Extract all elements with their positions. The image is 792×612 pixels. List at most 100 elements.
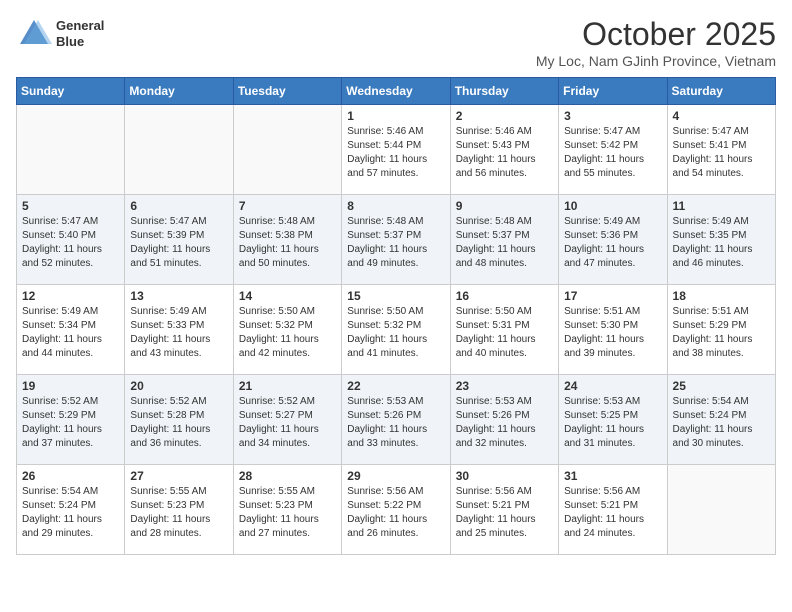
calendar-cell [667, 465, 775, 555]
weekday-header: Tuesday [233, 78, 341, 105]
day-number: 25 [673, 379, 770, 393]
day-detail: Sunrise: 5:52 AM Sunset: 5:27 PM Dayligh… [239, 395, 336, 451]
day-number: 12 [22, 289, 119, 303]
calendar-cell: 5 Sunrise: 5:47 AM Sunset: 5:40 PM Daylig… [17, 195, 125, 285]
calendar-cell: 12 Sunrise: 5:49 AM Sunset: 5:34 PM Dayli… [17, 285, 125, 375]
day-number: 13 [130, 289, 227, 303]
day-detail: Sunrise: 5:56 AM Sunset: 5:21 PM Dayligh… [456, 485, 553, 541]
day-number: 24 [564, 379, 661, 393]
day-detail: Sunrise: 5:49 AM Sunset: 5:36 PM Dayligh… [564, 215, 661, 271]
weekday-header: Thursday [450, 78, 558, 105]
calendar-cell: 16 Sunrise: 5:50 AM Sunset: 5:31 PM Dayli… [450, 285, 558, 375]
day-number: 3 [564, 109, 661, 123]
calendar-cell: 14 Sunrise: 5:50 AM Sunset: 5:32 PM Dayli… [233, 285, 341, 375]
day-number: 23 [456, 379, 553, 393]
day-detail: Sunrise: 5:50 AM Sunset: 5:32 PM Dayligh… [347, 305, 444, 361]
weekday-header: Sunday [17, 78, 125, 105]
weekday-header: Monday [125, 78, 233, 105]
day-detail: Sunrise: 5:53 AM Sunset: 5:25 PM Dayligh… [564, 395, 661, 451]
calendar-week-row: 5 Sunrise: 5:47 AM Sunset: 5:40 PM Daylig… [17, 195, 776, 285]
logo: General Blue [16, 16, 104, 52]
day-detail: Sunrise: 5:51 AM Sunset: 5:29 PM Dayligh… [673, 305, 770, 361]
day-number: 16 [456, 289, 553, 303]
day-detail: Sunrise: 5:51 AM Sunset: 5:30 PM Dayligh… [564, 305, 661, 361]
day-detail: Sunrise: 5:47 AM Sunset: 5:40 PM Dayligh… [22, 215, 119, 271]
calendar-week-row: 19Sunrise: 5:52 AM Sunset: 5:29 PM Dayli… [17, 375, 776, 465]
calendar-cell: 24 Sunrise: 5:53 AM Sunset: 5:25 PM Dayli… [559, 375, 667, 465]
day-number: 21 [239, 379, 336, 393]
day-detail: Sunrise: 5:54 AM Sunset: 5:24 PM Dayligh… [22, 485, 119, 541]
calendar-cell: 4Sunrise: 5:47 AM Sunset: 5:41 PM Daylig… [667, 105, 775, 195]
calendar-cell: 20 Sunrise: 5:52 AM Sunset: 5:28 PM Dayli… [125, 375, 233, 465]
day-number: 14 [239, 289, 336, 303]
day-number: 27 [130, 469, 227, 483]
day-detail: Sunrise: 5:54 AM Sunset: 5:24 PM Dayligh… [673, 395, 770, 451]
calendar-cell: 22Sunrise: 5:53 AM Sunset: 5:26 PM Dayli… [342, 375, 450, 465]
day-detail: Sunrise: 5:49 AM Sunset: 5:35 PM Dayligh… [673, 215, 770, 271]
day-detail: Sunrise: 5:55 AM Sunset: 5:23 PM Dayligh… [239, 485, 336, 541]
day-detail: Sunrise: 5:53 AM Sunset: 5:26 PM Dayligh… [347, 395, 444, 451]
day-detail: Sunrise: 5:49 AM Sunset: 5:33 PM Dayligh… [130, 305, 227, 361]
calendar-cell: 2Sunrise: 5:46 AM Sunset: 5:43 PM Daylig… [450, 105, 558, 195]
calendar-cell: 18Sunrise: 5:51 AM Sunset: 5:29 PM Dayli… [667, 285, 775, 375]
day-number: 4 [673, 109, 770, 123]
calendar-cell: 10 Sunrise: 5:49 AM Sunset: 5:36 PM Dayli… [559, 195, 667, 285]
calendar-cell: 21 Sunrise: 5:52 AM Sunset: 5:27 PM Dayli… [233, 375, 341, 465]
calendar-cell: 7 Sunrise: 5:48 AM Sunset: 5:38 PM Daylig… [233, 195, 341, 285]
calendar-cell: 6 Sunrise: 5:47 AM Sunset: 5:39 PM Daylig… [125, 195, 233, 285]
calendar-cell [233, 105, 341, 195]
logo-icon [16, 16, 52, 52]
calendar-week-row: 26Sunrise: 5:54 AM Sunset: 5:24 PM Dayli… [17, 465, 776, 555]
day-number: 1 [347, 109, 444, 123]
calendar-cell: 1Sunrise: 5:46 AM Sunset: 5:44 PM Daylig… [342, 105, 450, 195]
day-detail: Sunrise: 5:53 AM Sunset: 5:26 PM Dayligh… [456, 395, 553, 451]
day-number: 10 [564, 199, 661, 213]
location: My Loc, Nam GJinh Province, Vietnam [536, 53, 776, 69]
day-detail: Sunrise: 5:48 AM Sunset: 5:37 PM Dayligh… [347, 215, 444, 271]
calendar-week-row: 1Sunrise: 5:46 AM Sunset: 5:44 PM Daylig… [17, 105, 776, 195]
calendar-cell: 28 Sunrise: 5:55 AM Sunset: 5:23 PM Dayli… [233, 465, 341, 555]
day-number: 20 [130, 379, 227, 393]
day-detail: Sunrise: 5:50 AM Sunset: 5:32 PM Dayligh… [239, 305, 336, 361]
logo-text: General Blue [56, 18, 104, 49]
calendar-cell: 30 Sunrise: 5:56 AM Sunset: 5:21 PM Dayli… [450, 465, 558, 555]
calendar-cell: 25 Sunrise: 5:54 AM Sunset: 5:24 PM Dayli… [667, 375, 775, 465]
calendar-cell: 31 Sunrise: 5:56 AM Sunset: 5:21 PM Dayli… [559, 465, 667, 555]
day-detail: Sunrise: 5:47 AM Sunset: 5:39 PM Dayligh… [130, 215, 227, 271]
day-number: 17 [564, 289, 661, 303]
day-number: 15 [347, 289, 444, 303]
calendar-cell: 23 Sunrise: 5:53 AM Sunset: 5:26 PM Dayli… [450, 375, 558, 465]
day-detail: Sunrise: 5:46 AM Sunset: 5:43 PM Dayligh… [456, 125, 553, 181]
calendar-cell: 11 Sunrise: 5:49 AM Sunset: 5:35 PM Dayli… [667, 195, 775, 285]
day-number: 7 [239, 199, 336, 213]
day-number: 19 [22, 379, 119, 393]
calendar-cell: 3 Sunrise: 5:47 AM Sunset: 5:42 PM Daylig… [559, 105, 667, 195]
calendar-cell: 29 Sunrise: 5:56 AM Sunset: 5:22 PM Dayli… [342, 465, 450, 555]
weekday-header: Wednesday [342, 78, 450, 105]
day-number: 11 [673, 199, 770, 213]
day-detail: Sunrise: 5:56 AM Sunset: 5:22 PM Dayligh… [347, 485, 444, 541]
day-detail: Sunrise: 5:50 AM Sunset: 5:31 PM Dayligh… [456, 305, 553, 361]
calendar-week-row: 12 Sunrise: 5:49 AM Sunset: 5:34 PM Dayli… [17, 285, 776, 375]
day-detail: Sunrise: 5:55 AM Sunset: 5:23 PM Dayligh… [130, 485, 227, 541]
weekday-header: Friday [559, 78, 667, 105]
day-number: 31 [564, 469, 661, 483]
day-detail: Sunrise: 5:56 AM Sunset: 5:21 PM Dayligh… [564, 485, 661, 541]
calendar-cell: 26Sunrise: 5:54 AM Sunset: 5:24 PM Dayli… [17, 465, 125, 555]
day-number: 9 [456, 199, 553, 213]
day-number: 28 [239, 469, 336, 483]
weekday-header: Saturday [667, 78, 775, 105]
day-number: 29 [347, 469, 444, 483]
day-number: 8 [347, 199, 444, 213]
day-detail: Sunrise: 5:49 AM Sunset: 5:34 PM Dayligh… [22, 305, 119, 361]
month-title: October 2025 [536, 16, 776, 53]
weekday-header-row: SundayMondayTuesdayWednesdayThursdayFrid… [17, 78, 776, 105]
day-number: 5 [22, 199, 119, 213]
day-number: 30 [456, 469, 553, 483]
day-detail: Sunrise: 5:52 AM Sunset: 5:28 PM Dayligh… [130, 395, 227, 451]
calendar-cell: 19Sunrise: 5:52 AM Sunset: 5:29 PM Dayli… [17, 375, 125, 465]
day-detail: Sunrise: 5:48 AM Sunset: 5:38 PM Dayligh… [239, 215, 336, 271]
day-detail: Sunrise: 5:47 AM Sunset: 5:42 PM Dayligh… [564, 125, 661, 181]
calendar-cell [17, 105, 125, 195]
day-number: 6 [130, 199, 227, 213]
